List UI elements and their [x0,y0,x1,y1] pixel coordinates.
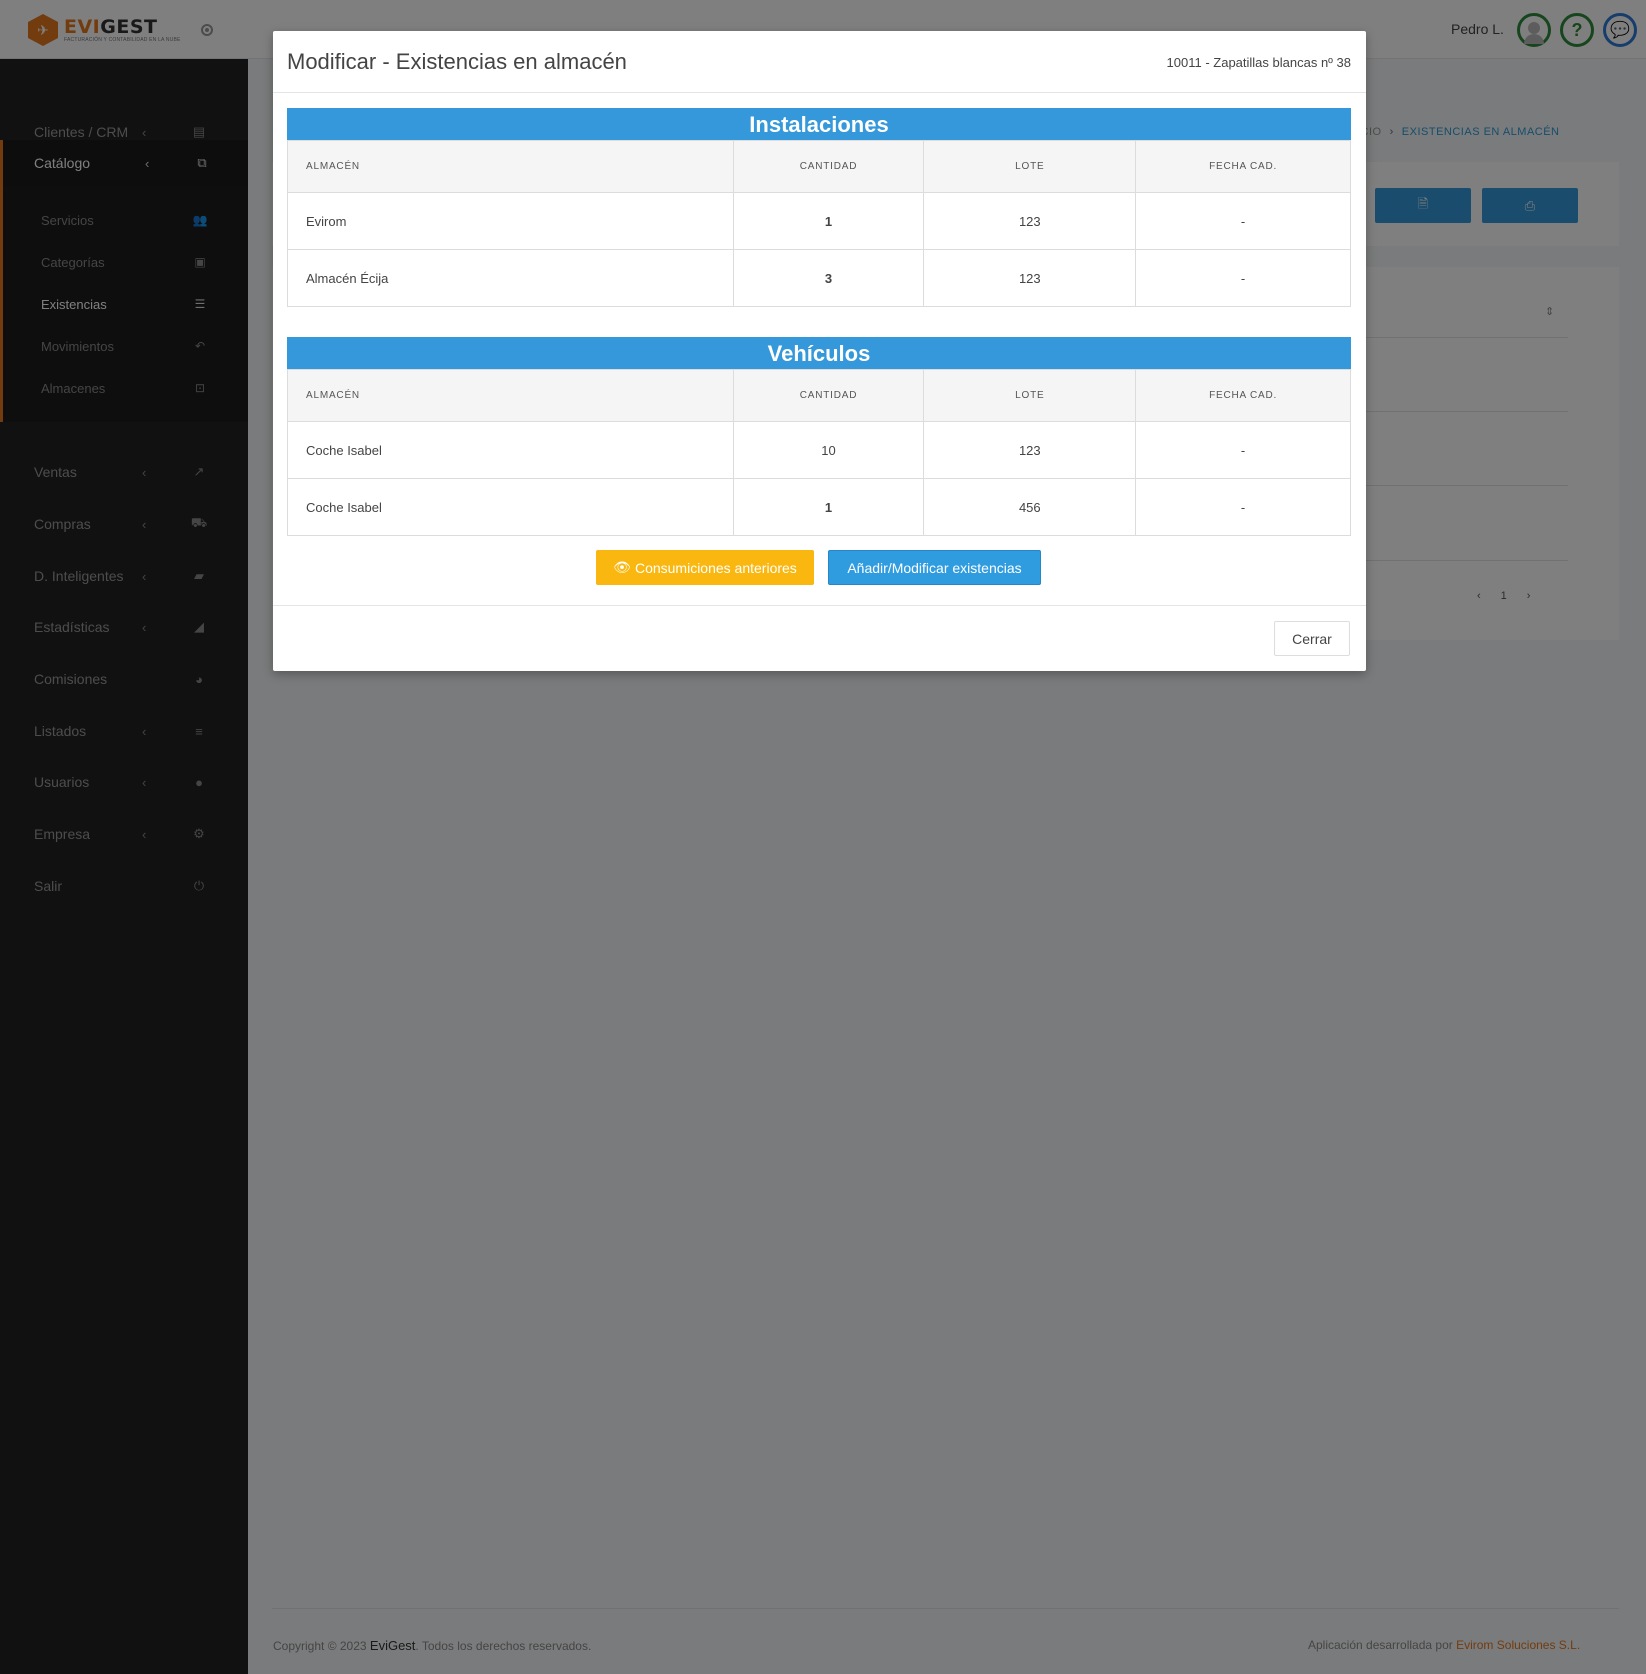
cell-lote: 123 [923,192,1137,250]
modificar-existencias-button[interactable]: Añadir/Modificar existencias [828,550,1041,585]
vehiculos-table: ALMACÉN CANTIDAD LOTE FECHA CAD. Coche I… [287,369,1351,536]
modal-product: 10011 - Zapatillas blancas nº 38 [1166,55,1351,70]
cell-cantidad: 1 [732,478,925,536]
cell-cantidad: 1 [732,192,925,250]
eye-icon: 👁 [613,559,631,575]
table-row: Coche Isabel 1 456 - [287,478,1351,536]
col-cantidad[interactable]: CANTIDAD [732,140,925,193]
cell-cantidad: 10 [732,421,925,479]
col-cantidad[interactable]: CANTIDAD [732,369,925,422]
section-instalaciones-title: Instalaciones [287,108,1351,140]
cell-almacen: Almacén Écija [287,249,734,307]
cell-almacen: Coche Isabel [287,478,734,536]
modal-title: Modificar - Existencias en almacén [287,49,627,74]
table-row: Coche Isabel 10 123 - [287,421,1351,479]
cell-fecha: - [1135,192,1351,250]
modal-header: Modificar - Existencias en almacén 10011… [273,31,1366,93]
col-fecha-cad[interactable]: FECHA CAD. [1135,369,1351,422]
col-almacen[interactable]: ALMACÉN [287,140,734,193]
col-lote[interactable]: LOTE [923,369,1137,422]
modal-footer-divider [273,605,1366,606]
cell-fecha: - [1135,478,1351,536]
col-lote[interactable]: LOTE [923,140,1137,193]
stock-modal: Modificar - Existencias en almacén 10011… [273,31,1366,671]
table-header-row: ALMACÉN CANTIDAD LOTE FECHA CAD. [287,140,1351,193]
cell-cantidad: 3 [732,249,925,307]
close-button[interactable]: Cerrar [1274,621,1350,656]
cell-almacen: Evirom [287,192,734,250]
col-almacen[interactable]: ALMACÉN [287,369,734,422]
section-vehiculos-title: Vehículos [287,337,1351,369]
cell-lote: 456 [923,478,1137,536]
table-row: Evirom 1 123 - [287,192,1351,250]
cell-fecha: - [1135,421,1351,479]
instalaciones-table: ALMACÉN CANTIDAD LOTE FECHA CAD. Evirom … [287,140,1351,307]
cell-lote: 123 [923,421,1137,479]
cell-lote: 123 [923,249,1137,307]
table-row: Almacén Écija 3 123 - [287,249,1351,307]
cell-fecha: - [1135,249,1351,307]
consumiciones-anteriores-button[interactable]: 👁 Consumiciones anteriores [596,550,814,585]
cell-almacen: Coche Isabel [287,421,734,479]
col-fecha-cad[interactable]: FECHA CAD. [1135,140,1351,193]
table-header-row: ALMACÉN CANTIDAD LOTE FECHA CAD. [287,369,1351,422]
